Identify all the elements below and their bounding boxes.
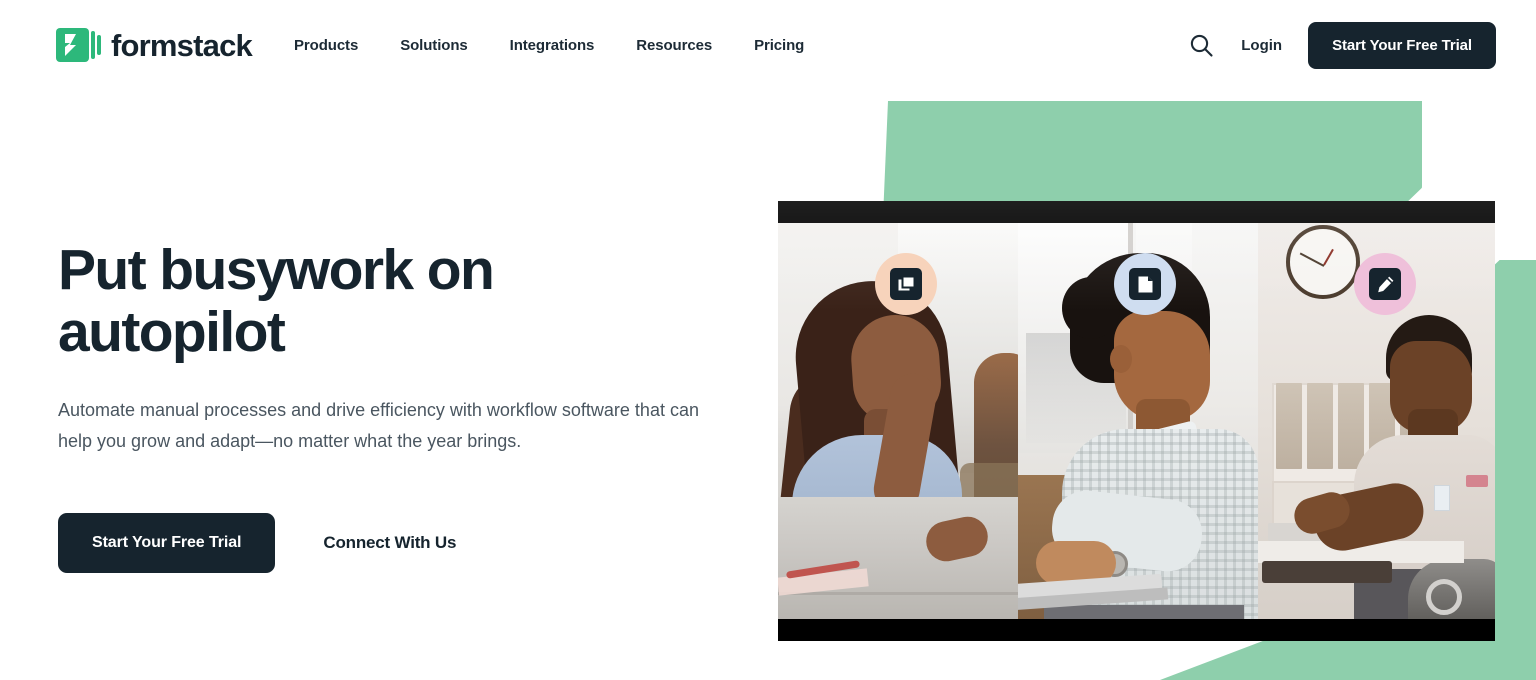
document-page-icon — [1129, 268, 1161, 300]
documents-copy-icon — [890, 268, 922, 300]
copy-icon — [898, 275, 915, 290]
hero-start-free-trial-button[interactable]: Start Your Free Trial — [58, 513, 276, 573]
brand-wordmark: formstack — [111, 27, 253, 63]
header-start-free-trial-button[interactable]: Start Your Free Trial — [1308, 21, 1496, 69]
nav-item-products[interactable]: Products — [294, 37, 358, 54]
nav-item-solutions[interactable]: Solutions — [400, 37, 468, 54]
login-link[interactable]: Login — [1241, 37, 1282, 54]
nav-item-pricing[interactable]: Pricing — [754, 37, 804, 54]
main-navigation: Products Solutions Integrations Resource… — [294, 37, 804, 54]
formstack-bolt-logo-icon — [56, 28, 102, 62]
hero-actions: Start Your Free Trial Connect With Us — [58, 513, 738, 573]
feature-badge-sign — [1354, 253, 1416, 315]
feature-badge-documents — [875, 253, 937, 315]
nav-item-integrations[interactable]: Integrations — [510, 37, 595, 54]
nav-item-resources[interactable]: Resources — [636, 37, 712, 54]
formstack-logo-link[interactable]: formstack — [56, 27, 253, 63]
hero-copy: Put busywork on autopilot Automate manua… — [58, 238, 738, 573]
page-icon — [1138, 276, 1152, 292]
lightning-bolt-icon — [65, 34, 76, 56]
site-header: formstack Products Solutions Integration… — [0, 0, 1536, 90]
hero-title: Put busywork on autopilot — [58, 238, 495, 364]
hero-visual — [760, 80, 1536, 680]
hero-image — [778, 201, 1495, 641]
search-icon — [1190, 34, 1213, 57]
search-button[interactable] — [1187, 31, 1215, 59]
connect-with-us-link[interactable]: Connect With Us — [323, 533, 456, 553]
pencil-sign-icon — [1369, 268, 1401, 300]
hero-subtitle: Automate manual processes and drive effi… — [58, 400, 699, 452]
pencil-icon — [1377, 276, 1393, 292]
header-actions: Login Start Your Free Trial — [1187, 21, 1496, 69]
feature-badge-document — [1114, 253, 1176, 315]
